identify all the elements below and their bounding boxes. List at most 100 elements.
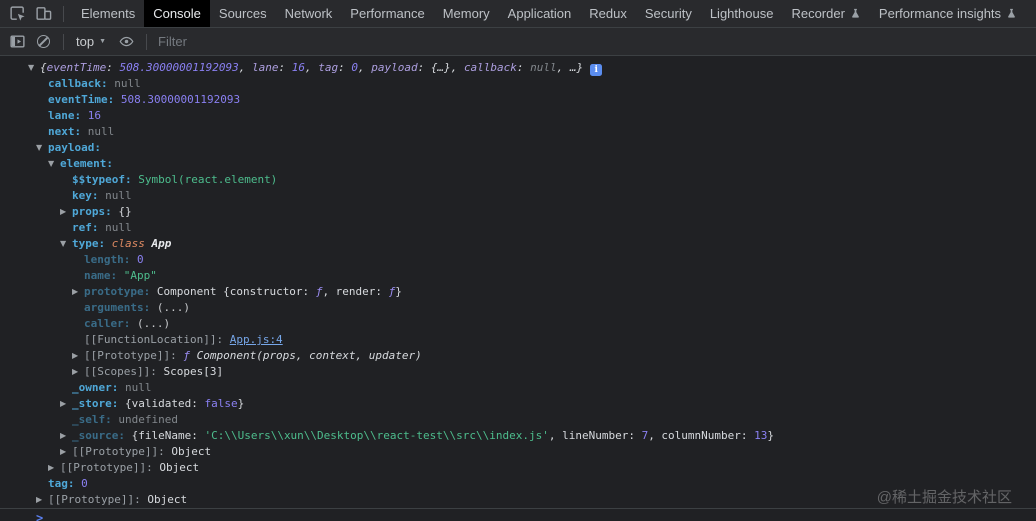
tab-network[interactable]: Network (276, 0, 342, 27)
expand-triangle-icon[interactable]: ▶ (60, 444, 66, 460)
tab-performance[interactable]: Performance (341, 0, 433, 27)
value-white: , lineNumber: (548, 429, 642, 442)
show-console-sidebar-icon[interactable] (7, 32, 27, 52)
expand-triangle-icon[interactable]: ▶ (36, 492, 42, 508)
expand-triangle-icon[interactable]: ▶ (60, 396, 66, 412)
value-obj: , (556, 61, 570, 74)
expand-triangle-icon[interactable]: ▶ (72, 364, 78, 380)
tab-label: Security (644, 6, 692, 21)
property-name: [[Prototype]]: (48, 493, 141, 506)
expand-triangle-icon[interactable]: ▶ (48, 460, 54, 476)
tab-lighthouse[interactable]: Lighthouse (701, 0, 783, 27)
console-tree-row[interactable]: ▶ _store: {validated: false} (0, 396, 1036, 412)
inspect-element-icon[interactable] (7, 4, 27, 24)
tab-label: Performance (350, 6, 425, 21)
console-tree-row: name: "App" (0, 268, 1036, 284)
value-obj: , (304, 61, 319, 74)
value-white (145, 237, 152, 250)
value-paren: (...) (136, 317, 171, 330)
value-null: null (105, 189, 132, 202)
value-null: undefined (118, 413, 178, 426)
console-tree-row[interactable]: ▼ element: (0, 156, 1036, 172)
info-icon[interactable]: i (590, 64, 603, 76)
property-name: [[Prototype]]: (84, 349, 177, 362)
property-name: ref: (72, 221, 99, 234)
value-white: Object (159, 461, 200, 474)
separator (63, 5, 64, 22)
tab-memory[interactable]: Memory (434, 0, 499, 27)
value-num: false (204, 397, 238, 410)
value-str: 'C:\\Users\\xun\\Desktop\\react-test\\sr… (204, 429, 549, 442)
value-num: 0 (81, 477, 88, 490)
console-tree-row: [[FunctionLocation]]: App.js:4 (0, 332, 1036, 348)
console-tree-row[interactable]: ▶ prototype: Component {constructor: ƒ, r… (0, 284, 1036, 300)
value-obj: , (357, 61, 372, 74)
expand-triangle-icon[interactable]: ▶ (60, 428, 66, 444)
device-toolbar-icon[interactable] (33, 4, 53, 24)
collapse-triangle-icon[interactable]: ▼ (28, 60, 34, 76)
value-kw: class (111, 237, 145, 250)
console-tree-row[interactable]: ▶ [[Prototype]]: ƒ Component(props, conte… (0, 348, 1036, 364)
tab-recorder[interactable]: Recorder (782, 0, 869, 27)
collapse-triangle-icon[interactable]: ▼ (60, 236, 66, 252)
create-live-expression-eye-icon[interactable] (116, 32, 136, 52)
collapse-triangle-icon[interactable]: ▼ (48, 156, 54, 172)
value-white: } (767, 429, 775, 442)
tab-label: Sources (218, 6, 267, 21)
tab-strip: Elements Console Sources Network Performance… (72, 0, 1026, 27)
property-name: arguments: (84, 301, 151, 314)
console-tree-row[interactable]: ▶ _source: {fileName: 'C:\\Users\\xun\\De… (0, 428, 1036, 444)
value-white: } (395, 285, 402, 298)
tab-label: Performance insights (878, 6, 1002, 21)
tab-console[interactable]: Console (144, 0, 210, 27)
value-white: Object (147, 493, 188, 506)
tab-sources[interactable]: Sources (210, 0, 276, 27)
collapse-triangle-icon[interactable]: ▼ (36, 140, 42, 156)
tab-performance-insights[interactable]: Performance insights (870, 0, 1026, 27)
chevron-down-icon: ▼ (99, 38, 107, 45)
expand-triangle-icon[interactable]: ▶ (72, 284, 78, 300)
property-name: [[FunctionLocation]]: (84, 333, 224, 346)
console-tree-row[interactable]: ▶ [[Scopes]]: Scopes[3] (0, 364, 1036, 380)
console-tree-row[interactable]: ▶ props: {} (0, 204, 1036, 220)
tab-label: Elements (81, 6, 136, 21)
tab-elements[interactable]: Elements (72, 0, 144, 27)
console-tree-row[interactable]: ▶ [[Prototype]]: Object (0, 444, 1036, 460)
console-tree-row[interactable]: ▶ [[Prototype]]: Object (0, 460, 1036, 476)
console-tree-row: caller: (...) (0, 316, 1036, 332)
value-num: 508.30000001192093 (120, 93, 241, 106)
value-num: 16 (291, 61, 305, 74)
value-white: , render: (322, 285, 389, 298)
console-tree-row[interactable]: ▼ payload: (0, 140, 1036, 156)
clear-console-icon[interactable] (33, 32, 53, 52)
experiment-flask-icon (1006, 7, 1017, 20)
value-null: null (114, 77, 141, 90)
console-tree-row: next: null (0, 124, 1036, 140)
filter-input[interactable] (158, 31, 1036, 52)
tab-security[interactable]: Security (636, 0, 701, 27)
console-tree-row: ref: null (0, 220, 1036, 236)
tab-application[interactable]: Application (499, 0, 581, 27)
tab-label: Network (284, 6, 333, 21)
tab-redux[interactable]: Redux (580, 0, 636, 27)
property-name: _store: (72, 397, 119, 410)
console-tree-row: key: null (0, 188, 1036, 204)
console-tree-row: $$typeof: Symbol(react.element) (0, 172, 1036, 188)
source-location-link[interactable]: App.js:4 (230, 333, 283, 346)
console-tree-row[interactable]: ▶ [[Prototype]]: Object (0, 492, 1036, 508)
value-num: 13 (754, 429, 768, 442)
value-str: "App" (123, 269, 157, 282)
expand-triangle-icon[interactable]: ▶ (60, 204, 66, 220)
property-name: props: (72, 205, 112, 218)
expand-triangle-icon[interactable]: ▶ (72, 348, 78, 364)
console-prompt[interactable]: > (0, 509, 1036, 521)
console-tree-row: length: 0 (0, 252, 1036, 268)
console-tree-row[interactable]: ▼ type: class App (0, 236, 1036, 252)
value-pkey: tag (318, 61, 339, 74)
javascript-context-selector[interactable]: top ▼ (76, 34, 106, 49)
property-name: _source: (72, 429, 125, 442)
value-white: , columnNumber: (648, 429, 755, 442)
value-white: {validated: (124, 397, 205, 410)
console-object-preview-row[interactable]: ▼ {eventTime: 508.30000001192093, lane: 1… (0, 60, 1036, 76)
value-fn: Component(props, context, updater) (189, 349, 422, 362)
